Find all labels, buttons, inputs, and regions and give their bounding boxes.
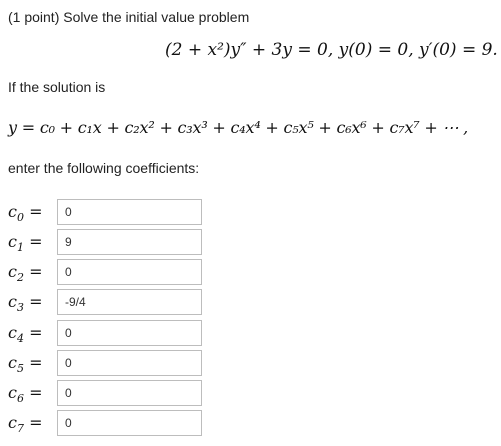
coefficient-row-c2: c2 = 0 [8, 259, 208, 285]
coefficient-input-c5[interactable]: 0 [57, 350, 202, 376]
coefficient-input-c7[interactable]: 0 [57, 410, 202, 436]
power-series-equation: y = c₀ + c₁x + c₂x² + c₃x³ + c₄x⁴ + c₅x⁵… [8, 118, 469, 137]
coefficient-label: c4 = [8, 323, 43, 346]
coefficient-label: c0 = [8, 202, 43, 225]
coefficient-row-c3: c3 = -9/4 [8, 289, 208, 315]
coefficient-input-c6[interactable]: 0 [57, 380, 202, 406]
problem-intro: (1 point) Solve the initial value proble… [8, 9, 250, 25]
coefficient-input-c0[interactable]: 0 [57, 199, 202, 225]
coefficient-row-c0: c0 = 0 [8, 199, 208, 225]
coefficient-input-c1[interactable]: 9 [57, 229, 202, 255]
coefficient-input-c4[interactable]: 0 [57, 320, 202, 346]
coefficient-row-c6: c6 = 0 [8, 380, 208, 406]
coefficient-label: c6 = [8, 383, 43, 406]
coefficient-label: c5 = [8, 353, 43, 376]
solution-lead-in: If the solution is [8, 79, 106, 95]
coefficient-label: c7 = [8, 413, 43, 436]
ivp-equation: (2 + x²)y″ + 3y = 0, y(0) = 0, y′(0) = 9… [165, 40, 498, 60]
coefficient-row-c1: c1 = 9 [8, 229, 208, 255]
coefficient-row-c4: c4 = 0 [8, 320, 208, 346]
coefficient-row-c7: c7 = 0 [8, 410, 208, 436]
coefficient-row-c5: c5 = 0 [8, 350, 208, 376]
coefficient-label: c1 = [8, 232, 43, 255]
instruction-text: enter the following coefficients: [8, 160, 200, 176]
coefficient-label: c3 = [8, 292, 43, 315]
coefficient-input-c3[interactable]: -9/4 [57, 289, 202, 315]
coefficient-label: c2 = [8, 262, 43, 285]
coefficient-input-c2[interactable]: 0 [57, 259, 202, 285]
